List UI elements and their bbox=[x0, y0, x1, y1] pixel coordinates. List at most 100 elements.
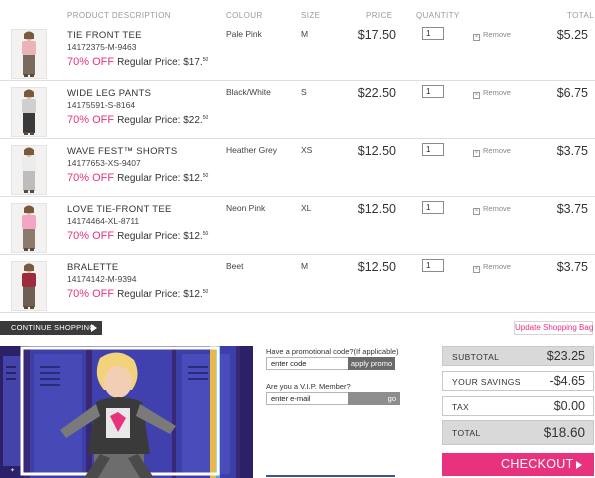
row-divider bbox=[0, 80, 595, 81]
product-name[interactable]: WIDE LEG PANTS bbox=[67, 88, 151, 99]
close-icon: × bbox=[473, 208, 480, 215]
header-price: PRICE bbox=[366, 11, 393, 20]
remove-button[interactable]: × Remove bbox=[473, 88, 511, 99]
remove-label: Remove bbox=[483, 146, 511, 155]
header-product-description: PRODUCT DESCRIPTION bbox=[67, 11, 171, 20]
regular-price-cents: 50 bbox=[202, 57, 209, 63]
subtotal-row: SUBTOTAL $23.25 bbox=[442, 346, 594, 366]
discount-label: 70% OFF bbox=[67, 288, 115, 300]
go-button[interactable]: go bbox=[348, 392, 400, 405]
regular-price-value: $12. bbox=[183, 231, 203, 242]
unit-price: $12.50 bbox=[357, 260, 396, 274]
remove-button[interactable]: × Remove bbox=[473, 30, 511, 41]
subtotal-label: SUBTOTAL bbox=[452, 352, 500, 362]
product-thumbnail[interactable] bbox=[11, 145, 47, 195]
tax-row: TAX $0.00 bbox=[442, 396, 594, 416]
quantity-input[interactable] bbox=[422, 259, 444, 272]
regular-price-label: Regular Price: bbox=[117, 173, 181, 184]
regular-price-cents: 50 bbox=[202, 231, 209, 237]
product-sku: 14172375-M-9463 bbox=[67, 42, 137, 52]
savings-row: YOUR SAVINGS -$4.65 bbox=[442, 371, 594, 391]
product-colour: Heather Grey bbox=[226, 145, 278, 155]
savings-label: YOUR SAVINGS bbox=[452, 377, 521, 387]
regular-price-label: Regular Price: bbox=[117, 289, 181, 300]
cart-item-row: BRALETTE 14174142-M-9394 70% OFF Regular Pr… bbox=[0, 258, 595, 316]
remove-label: Remove bbox=[483, 262, 511, 271]
quantity-input[interactable] bbox=[422, 85, 444, 98]
cart-item-row: WAVE FEST™ SHORTS 14177653-XS-9407 70% OFF… bbox=[0, 142, 595, 200]
remove-button[interactable]: × Remove bbox=[473, 146, 511, 157]
unit-price: $12.50 bbox=[357, 144, 396, 158]
discount-label: 70% OFF bbox=[67, 230, 115, 242]
product-name[interactable]: TIE FRONT TEE bbox=[67, 30, 142, 41]
header-colour: COLOUR bbox=[226, 11, 263, 20]
vip-member-question: Are you a V.I.P. Member? bbox=[266, 382, 351, 391]
regular-price-value: $12. bbox=[183, 173, 203, 184]
total-label: TOTAL bbox=[452, 428, 481, 438]
product-colour: Neon Pink bbox=[226, 203, 266, 213]
cart-item-row: TIE FRONT TEE 14172375-M-9463 70% OFF Regul… bbox=[0, 26, 595, 84]
promo-code-input[interactable] bbox=[266, 357, 349, 370]
unit-price: $12.50 bbox=[357, 202, 396, 216]
regular-price-value: $12. bbox=[183, 289, 203, 300]
apply-promo-button[interactable]: apply promo bbox=[348, 357, 395, 370]
product-thumbnail[interactable] bbox=[11, 87, 47, 137]
line-total: $3.75 bbox=[556, 202, 588, 216]
total-value: $18.60 bbox=[543, 425, 585, 440]
product-size: M bbox=[301, 29, 309, 39]
remove-label: Remove bbox=[483, 204, 511, 213]
update-shopping-bag-button[interactable]: Update Shopping Bag bbox=[514, 321, 593, 335]
product-name[interactable]: BRALETTE bbox=[67, 262, 119, 273]
product-colour: Black/White bbox=[226, 87, 271, 97]
product-name[interactable]: LOVE TIE-FRONT TEE bbox=[67, 204, 172, 215]
promo-code-question: Have a promotional code?(If applicable) bbox=[266, 347, 399, 356]
product-colour: Pale Pink bbox=[226, 29, 262, 39]
product-sku: 14177653-XS-9407 bbox=[67, 158, 141, 168]
row-divider bbox=[0, 254, 595, 255]
quantity-input[interactable] bbox=[422, 27, 444, 40]
remove-button[interactable]: × Remove bbox=[473, 262, 511, 273]
product-thumbnail[interactable] bbox=[11, 29, 47, 79]
arrow-right-icon bbox=[576, 461, 582, 469]
tax-label: TAX bbox=[452, 402, 470, 412]
remove-button[interactable]: × Remove bbox=[473, 204, 511, 215]
product-thumbnail[interactable] bbox=[11, 261, 47, 311]
product-thumbnail[interactable] bbox=[11, 203, 47, 253]
line-total: $3.75 bbox=[556, 260, 588, 274]
regular-price-label: Regular Price: bbox=[117, 115, 181, 126]
tax-value: $0.00 bbox=[553, 399, 585, 413]
remove-label: Remove bbox=[483, 30, 511, 39]
quantity-input[interactable] bbox=[422, 143, 444, 156]
row-divider bbox=[0, 138, 595, 139]
discount-label: 70% OFF bbox=[67, 56, 115, 68]
product-sku: 14174464-XL-8711 bbox=[67, 216, 140, 226]
row-divider bbox=[0, 196, 595, 197]
remove-label: Remove bbox=[483, 88, 511, 97]
product-size: XL bbox=[301, 203, 312, 213]
product-name[interactable]: WAVE FEST™ SHORTS bbox=[67, 146, 178, 157]
regular-price-cents: 50 bbox=[202, 115, 209, 121]
promo-photo: ✦ bbox=[0, 346, 253, 478]
close-icon: × bbox=[473, 150, 480, 157]
product-colour: Beet bbox=[226, 261, 244, 271]
total-row: TOTAL $18.60 bbox=[442, 420, 594, 445]
product-sku: 14175591-S-8164 bbox=[67, 100, 136, 110]
cart-item-row: LOVE TIE-FRONT TEE 14174464-XL-8711 70% OF… bbox=[0, 200, 595, 258]
checkout-label: CHECKOUT bbox=[501, 457, 574, 471]
product-sku: 14174142-M-9394 bbox=[67, 274, 137, 284]
regular-price-cents: 50 bbox=[202, 289, 209, 295]
promo-divider bbox=[266, 475, 395, 477]
line-total: $6.75 bbox=[556, 86, 588, 100]
checkout-button[interactable]: CHECKOUT bbox=[442, 453, 594, 476]
regular-price-value: $22. bbox=[183, 115, 203, 126]
quantity-input[interactable] bbox=[422, 201, 444, 214]
line-total: $3.75 bbox=[556, 144, 588, 158]
sale-price-line: 70% OFF Regular Price: $12.50 bbox=[67, 288, 208, 300]
vip-email-input[interactable] bbox=[266, 392, 349, 405]
discount-label: 70% OFF bbox=[67, 172, 115, 184]
arrow-right-icon bbox=[91, 324, 97, 332]
product-size: M bbox=[301, 261, 309, 271]
close-icon: × bbox=[473, 92, 480, 99]
promo-banner-image[interactable]: ✦ bbox=[0, 346, 253, 478]
continue-shopping-button[interactable]: CONTINUE SHOPPING bbox=[0, 321, 102, 335]
